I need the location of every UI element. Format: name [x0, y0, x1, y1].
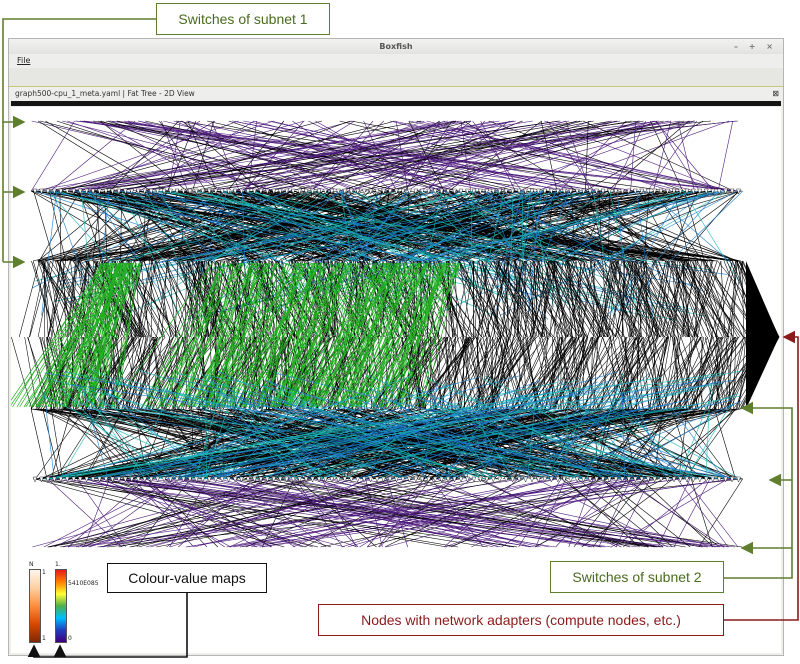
- menu-file[interactable]: File: [17, 56, 30, 65]
- colormap-left-top-label: N: [29, 561, 34, 568]
- view-tab[interactable]: graph500-cpu_1_meta.yaml | Fat Tree - 2D…: [9, 87, 783, 101]
- window-title: Boxfish: [379, 42, 413, 51]
- menu-bar: File: [17, 56, 30, 65]
- callout-switches-subnet-2: Switches of subnet 2: [550, 561, 724, 593]
- window-controls[interactable]: – + ×: [734, 39, 777, 54]
- tab-label: graph500-cpu_1_meta.yaml | Fat Tree - 2D…: [15, 89, 195, 98]
- callout-switches-subnet-1: Switches of subnet 1: [156, 3, 330, 35]
- colormap-right-max-label: 5410E085: [68, 580, 99, 587]
- colormap-right: [55, 569, 67, 643]
- colormap-left-max-label: 1: [42, 569, 46, 576]
- toolbar-area: [9, 68, 783, 87]
- tab-close-icon[interactable]: ⊠: [772, 87, 779, 101]
- colormap-left: [29, 569, 41, 643]
- callout-colour-value-maps: Colour-value maps: [107, 563, 267, 593]
- colormap-right-min-label: 0: [68, 635, 72, 642]
- colormap-left-min-label: 1: [42, 635, 46, 642]
- callout-nodes-with-adapters: Nodes with network adapters (compute nod…: [318, 604, 724, 636]
- title-bar: Boxfish – + ×: [9, 39, 783, 54]
- colormap-right-top-label: 1.: [55, 561, 61, 568]
- view-header-bar: [11, 101, 781, 106]
